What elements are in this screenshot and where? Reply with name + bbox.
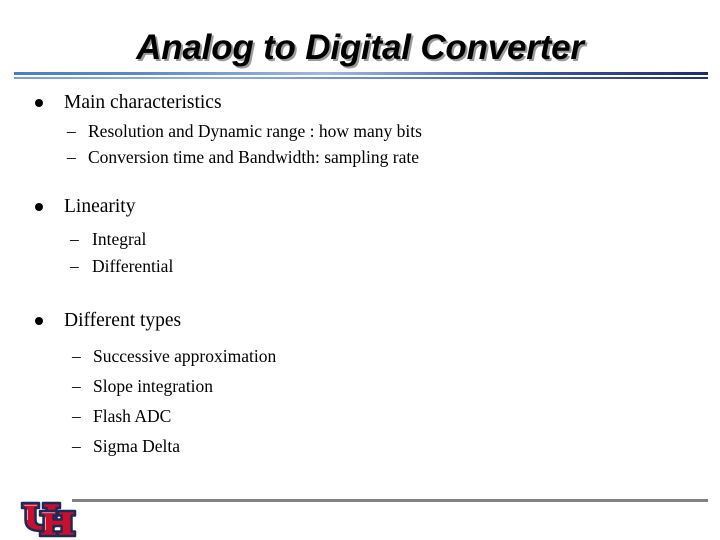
sub-bullet-label: Differential: [92, 256, 174, 276]
sub-bullet-label: Successive approximation: [93, 346, 277, 366]
sub-bullet-item: – Slope integration: [0, 371, 720, 401]
bullet-label: Main characteristics: [64, 92, 222, 113]
sub-bullet-item: – Differential: [0, 253, 720, 280]
dash-icon: –: [72, 436, 81, 456]
bullet-item-level1: Different types: [0, 306, 720, 336]
sub-bullet-label: Sigma Delta: [93, 436, 180, 456]
title-divider: [14, 72, 708, 79]
bullet-item-level1: Main characteristics: [0, 88, 720, 118]
sub-bullet-item: – Conversion time and Bandwidth: samplin…: [0, 144, 720, 170]
university-of-houston-uh-logo-icon: [19, 500, 77, 538]
dash-icon: –: [72, 346, 81, 366]
dash-icon: –: [67, 147, 76, 167]
bullet-group-different-types: Different types – Successive approximati…: [0, 306, 720, 461]
title-divider-thin-line: [14, 77, 708, 79]
sub-bullet-label: Conversion time and Bandwidth: sampling …: [88, 147, 419, 167]
dash-icon: –: [72, 406, 81, 426]
dash-icon: –: [70, 256, 79, 276]
page-title: Analog to Digital Converter: [136, 28, 584, 67]
slide-canvas: Analog to Digital Converter Main charact…: [0, 0, 720, 540]
sub-bullet-label: Flash ADC: [93, 406, 172, 426]
dash-icon: –: [72, 376, 81, 396]
slide-body: Main characteristics – Resolution and Dy…: [0, 88, 720, 461]
bullet-dot-icon: [35, 99, 43, 107]
dash-icon: –: [67, 121, 76, 141]
bullet-group-linearity: Linearity – Integral – Differential: [0, 192, 720, 280]
sub-bullet-item: – Successive approximation: [0, 341, 720, 371]
sub-bullet-label: Integral: [92, 229, 147, 249]
bullet-item-level1: Linearity: [0, 192, 720, 222]
bullet-group-main-characteristics: Main characteristics – Resolution and Dy…: [0, 88, 720, 170]
sub-bullet-label: Slope integration: [93, 376, 214, 396]
sub-bullet-item: – Integral: [0, 226, 720, 253]
sub-bullet-item: – Sigma Delta: [0, 431, 720, 461]
bullet-dot-icon: [35, 203, 43, 211]
bullet-label: Different types: [64, 310, 182, 331]
sub-bullet-label: Resolution and Dynamic range : how many …: [88, 121, 422, 141]
dash-icon: –: [70, 229, 79, 249]
sub-bullet-item: – Flash ADC: [0, 401, 720, 431]
bullet-label: Linearity: [64, 196, 136, 217]
bullet-dot-icon: [35, 317, 43, 325]
footer-divider: [72, 499, 708, 502]
sub-bullet-item: – Resolution and Dynamic range : how man…: [0, 118, 720, 144]
